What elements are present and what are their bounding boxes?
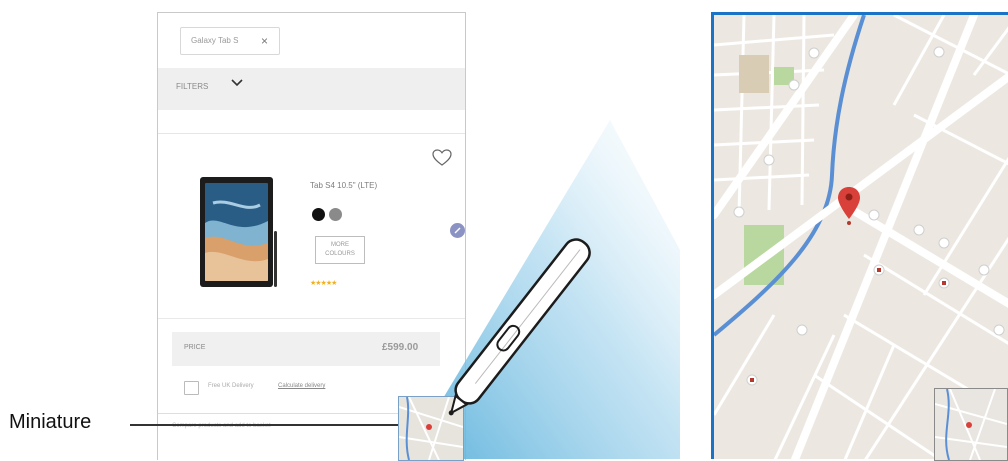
close-icon[interactable]: × [261,28,268,54]
chevron-down-icon [231,79,243,87]
spen-image [274,231,277,287]
color-swatch-black[interactable] [312,208,325,221]
miniature-callout-label: Miniature [9,411,92,433]
tablet-wallpaper [205,183,268,281]
product-title[interactable]: Tab S4 10.5" (LTE) [310,181,377,190]
search-chip-label: Galaxy Tab S [191,36,239,45]
rating-stars: ★★★★★ [310,280,337,287]
delivery-icon [184,381,199,395]
delivery-link[interactable]: Calculate delivery [278,383,325,389]
color-swatch-gray[interactable] [329,208,342,221]
more-colours-button[interactable]: MORE COLOURS [315,236,365,264]
delivery-text: Free UK Delivery [208,383,254,389]
callout-leader-line [130,424,398,426]
map-miniature-thumbnail[interactable] [934,388,1008,461]
spen-icon [448,238,591,416]
price-label: PRICE [184,344,206,351]
tablet-image [200,177,273,287]
search-chip[interactable]: Galaxy Tab S × [180,27,280,55]
filter-label: FILTERS [176,82,209,91]
